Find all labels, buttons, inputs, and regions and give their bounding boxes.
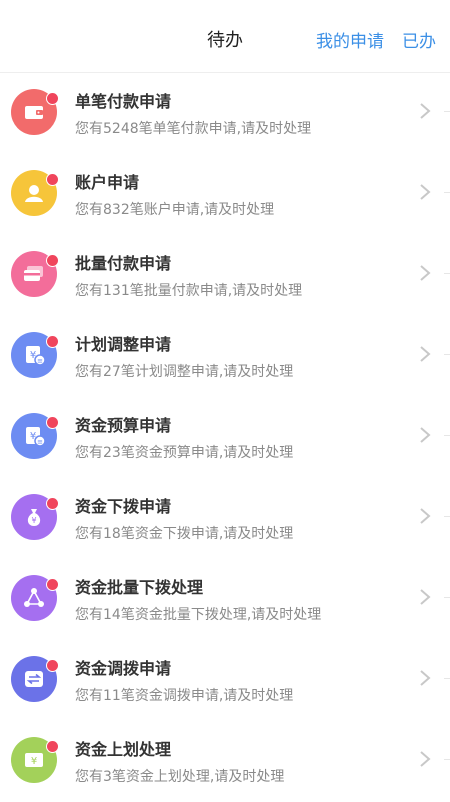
item-subtitle: 您有11笔资金调拨申请,请及时处理	[75, 688, 294, 704]
chevron-right-icon	[419, 264, 431, 282]
list-item[interactable]: ¥ ≡ 资金预算申请 您有23笔资金预算申请,请及时处理	[0, 397, 450, 478]
divider	[444, 597, 450, 598]
svg-text:¥: ¥	[31, 516, 36, 525]
unread-dot	[46, 578, 59, 591]
item-subtitle: 您有832笔账户申请,请及时处理	[75, 202, 275, 218]
divider	[444, 354, 450, 355]
item-title: 资金预算申请	[75, 416, 172, 435]
chevron-right-icon	[419, 345, 431, 363]
unread-dot	[46, 335, 59, 348]
chevron-right-icon	[419, 507, 431, 525]
divider	[444, 111, 450, 112]
unread-dot	[46, 497, 59, 510]
divider	[444, 192, 450, 193]
divider	[444, 759, 450, 760]
divider	[444, 435, 450, 436]
svg-text:≡: ≡	[37, 438, 43, 446]
divider	[444, 273, 450, 274]
unread-dot	[46, 659, 59, 672]
unread-dot	[46, 173, 59, 186]
svg-text:≡: ≡	[37, 357, 43, 365]
item-title: 资金调拨申请	[75, 659, 172, 678]
item-subtitle: 您有14笔资金批量下拨处理,请及时处理	[75, 607, 322, 623]
chevron-right-icon	[419, 669, 431, 687]
my-applications-link[interactable]: 我的申请	[316, 27, 384, 52]
list-item[interactable]: 批量付款申请 您有131笔批量付款申请,请及时处理	[0, 235, 450, 316]
divider	[444, 516, 450, 517]
list-item[interactable]: ¥ 资金下拨申请 您有18笔资金下拨申请,请及时处理	[0, 478, 450, 559]
divider	[444, 678, 450, 679]
svg-text:¥: ¥	[31, 756, 37, 767]
list-item[interactable]: 账户申请 您有832笔账户申请,请及时处理	[0, 154, 450, 235]
list-item[interactable]: ¥ 资金上划处理 您有3笔资金上划处理,请及时处理	[0, 721, 450, 802]
done-link[interactable]: 已办	[402, 27, 436, 52]
item-subtitle: 您有27笔计划调整申请,请及时处理	[75, 364, 294, 380]
item-title: 资金上划处理	[75, 740, 172, 759]
item-subtitle: 您有3笔资金上划处理,请及时处理	[75, 769, 285, 785]
chevron-right-icon	[419, 102, 431, 120]
chevron-right-icon	[419, 588, 431, 606]
item-subtitle: 您有131笔批量付款申请,请及时处理	[75, 283, 303, 299]
item-title: 资金批量下拨处理	[75, 578, 204, 597]
unread-dot	[46, 92, 59, 105]
item-subtitle: 您有23笔资金预算申请,请及时处理	[75, 445, 294, 461]
item-title: 批量付款申请	[75, 254, 172, 273]
list-item[interactable]: ¥ ≡ 计划调整申请 您有27笔计划调整申请,请及时处理	[0, 316, 450, 397]
item-title: 单笔付款申请	[75, 92, 172, 111]
unread-dot	[46, 416, 59, 429]
list-item[interactable]: 资金调拨申请 您有11笔资金调拨申请,请及时处理	[0, 640, 450, 721]
chevron-right-icon	[419, 426, 431, 444]
unread-dot	[46, 740, 59, 753]
list-item[interactable]: 单笔付款申请 您有5248笔单笔付款申请,请及时处理	[0, 73, 450, 154]
chevron-right-icon	[419, 750, 431, 768]
item-title: 计划调整申请	[75, 335, 172, 354]
item-subtitle: 您有18笔资金下拨申请,请及时处理	[75, 526, 294, 542]
todo-list: 单笔付款申请 您有5248笔单笔付款申请,请及时处理 账户申请 您有832笔账户…	[0, 73, 450, 802]
list-item[interactable]: 资金批量下拨处理 您有14笔资金批量下拨处理,请及时处理	[0, 559, 450, 640]
header: 待办 我的申请 已办	[0, 0, 450, 73]
unread-dot	[46, 254, 59, 267]
item-title: 资金下拨申请	[75, 497, 172, 516]
item-title: 账户申请	[75, 173, 140, 192]
chevron-right-icon	[419, 183, 431, 201]
item-subtitle: 您有5248笔单笔付款申请,请及时处理	[75, 121, 312, 137]
